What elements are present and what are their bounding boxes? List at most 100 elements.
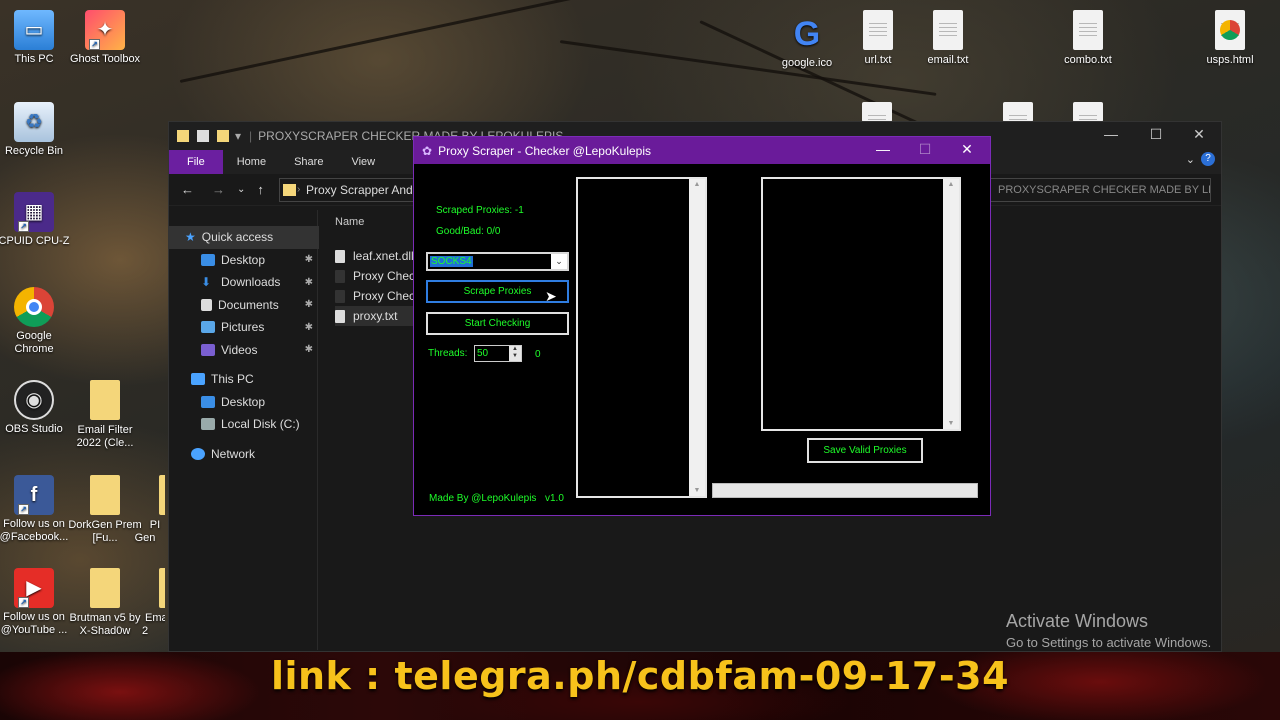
list-scrollbar[interactable]: ▲ ▼ [689, 179, 705, 496]
back-arrow-icon[interactable]: ← [181, 182, 194, 197]
stepper-up-icon[interactable]: ▲ [509, 346, 521, 353]
folder-icon [90, 380, 120, 420]
desktop-icon-email-txt[interactable]: email.txt [910, 10, 986, 67]
scroll-up-icon[interactable]: ▲ [943, 181, 959, 188]
desktop-icon-email-filter[interactable]: Email Filter 2022 (Cle... [67, 380, 143, 450]
ribbon-tab-home[interactable]: Home [223, 150, 280, 174]
file-row-proxy-checker-1[interactable]: Proxy Check [335, 266, 421, 286]
close-icon[interactable]: ✕ [946, 141, 988, 158]
pin-icon[interactable]: ✱ [305, 254, 313, 265]
desktop-icon-pi-gen[interactable]: PI Gen [125, 475, 165, 545]
sidebar-item-desktop[interactable]: Desktop ✱ [169, 249, 319, 272]
minimize-icon[interactable]: — [862, 141, 904, 157]
text-file-icon[interactable] [1073, 102, 1103, 130]
desktop-icon-facebook[interactable]: f ↗ Follow us on @Facebook... [0, 475, 72, 544]
search-input[interactable]: PROXYSCRAPER CHECKER MADE BY LEPOK... [989, 178, 1211, 202]
file-list: Name leaf.xnet.dll Proxy Check Proxy Che… [335, 216, 421, 326]
credit-label: Made By @LepoKulepis [429, 493, 537, 504]
save-valid-proxies-button[interactable]: Save Valid Proxies [807, 438, 923, 463]
text-file-icon[interactable] [862, 102, 892, 130]
desktop-icon-label: combo.txt [1064, 54, 1112, 66]
pin-icon[interactable]: ✱ [305, 299, 313, 310]
ribbon-tab-file[interactable]: File [169, 150, 223, 174]
desktop-icon-chrome[interactable]: Google Chrome [0, 287, 72, 356]
forward-arrow-icon[interactable]: → [212, 182, 225, 197]
pin-icon[interactable]: ✱ [305, 344, 313, 355]
desktop-icon-ema[interactable]: Ema 2 [125, 568, 165, 638]
sidebar-item-this-pc[interactable]: This PC [169, 368, 319, 391]
valid-proxies-list[interactable]: ▲ ▼ [761, 177, 961, 431]
desktop-icon-recycle-bin[interactable]: ♻ Recycle Bin [0, 102, 72, 158]
titlebar-divider: | [249, 129, 253, 143]
cpu-z-icon: ▦ ↗ [14, 192, 54, 232]
list-scrollbar[interactable]: ▲ ▼ [943, 179, 959, 429]
help-icon[interactable]: ? [1201, 152, 1215, 166]
file-name: leaf.xnet.dll [353, 249, 414, 263]
sidebar-item-videos[interactable]: Videos ✱ [169, 339, 319, 362]
ribbon-tab-share[interactable]: Share [280, 150, 337, 174]
close-icon[interactable]: ✕ [1177, 126, 1221, 143]
activate-windows-subtitle: Go to Settings to activate Windows. [1006, 635, 1212, 650]
stepper-down-icon[interactable]: ▼ [509, 353, 521, 360]
file-row-leaf-xnet[interactable]: leaf.xnet.dll [335, 246, 421, 266]
app-titlebar[interactable]: ✿ Proxy Scraper - Checker @LepoKulepis —… [414, 137, 990, 164]
file-list-spacer [335, 234, 421, 246]
desktop-icon-this-pc[interactable]: ▭ This PC [0, 10, 72, 66]
desktop-icon-url-txt[interactable]: url.txt [840, 10, 916, 67]
quick-toolbar-dropdown-icon[interactable]: ▾ [235, 129, 241, 143]
desktop-icon-google-ico[interactable]: G google.ico [769, 14, 845, 70]
proxy-type-select[interactable]: SOCKS4 ⌄ [426, 252, 569, 271]
threads-counter: 0 [535, 349, 541, 360]
desktop-icon-label: Ema 2 [141, 612, 165, 637]
up-arrow-icon[interactable]: ↑ [257, 182, 264, 197]
sidebar-item-documents[interactable]: Documents ✱ [169, 294, 319, 317]
text-file-icon[interactable] [1003, 102, 1033, 130]
ribbon-tab-view[interactable]: View [337, 150, 389, 174]
chevron-down-icon[interactable]: ⌄ [551, 254, 567, 269]
properties-icon[interactable] [197, 130, 209, 142]
chrome-icon [14, 287, 54, 327]
desktop-icon-ghost-toolbox[interactable]: ✦ ↗ Ghost Toolbox [67, 10, 143, 66]
desktop-icon-youtube[interactable]: ▶ ↗ Follow us on @YouTube ... [0, 568, 72, 637]
ribbon-expand-icon[interactable]: ⌄ [1186, 153, 1195, 166]
facebook-icon: f ↗ [14, 475, 54, 515]
desktop-icon-cpu-z[interactable]: ▦ ↗ CPUID CPU-Z [0, 192, 72, 248]
scraped-proxies-list[interactable]: ▲ ▼ [576, 177, 707, 498]
sidebar-item-quick-access[interactable]: ★ Quick access [169, 226, 319, 249]
sidebar-item-this-pc-desktop[interactable]: Desktop [169, 391, 319, 414]
breadcrumb-separator-icon: › [297, 184, 301, 195]
scroll-down-icon[interactable]: ▼ [689, 487, 705, 494]
maximize-icon[interactable]: ☐ [1134, 126, 1178, 143]
sidebar-item-network[interactable]: Network [169, 443, 319, 466]
computer-icon [191, 373, 205, 386]
pin-icon[interactable]: ✱ [305, 277, 313, 288]
minimize-icon[interactable]: — [1089, 126, 1133, 142]
threads-stepper[interactable]: ▲ ▼ [509, 346, 521, 361]
sidebar-item-label: Pictures [221, 320, 265, 335]
start-checking-button[interactable]: Start Checking [426, 312, 569, 335]
file-row-proxy-checker-2[interactable]: Proxy Check [335, 286, 421, 306]
file-row-proxy-txt[interactable]: proxy.txt [335, 306, 413, 326]
desktop-icon-usps-html[interactable]: usps.html [1192, 10, 1268, 67]
column-header-name[interactable]: Name [335, 216, 421, 234]
scroll-down-icon[interactable]: ▼ [943, 420, 959, 427]
new-folder-icon[interactable] [217, 130, 229, 142]
download-icon: ⬇ [201, 275, 212, 290]
sidebar-item-local-disk[interactable]: Local Disk (C:) [169, 413, 319, 436]
desktop-icon-label: Follow us on @Facebook... [0, 518, 69, 543]
proxy-scraper-window[interactable]: ✿ Proxy Scraper - Checker @LepoKulepis —… [413, 136, 991, 516]
desktop-icon-label: email.txt [927, 54, 969, 66]
desktop-icon-combo-txt[interactable]: combo.txt [1050, 10, 1126, 67]
ghost-toolbox-icon: ✦ ↗ [85, 10, 125, 50]
desktop-icon-obs[interactable]: ◉ OBS Studio [0, 380, 72, 436]
recycle-bin-icon: ♻ [14, 102, 54, 142]
address-bar[interactable]: › Proxy Scrapper And C [279, 178, 419, 202]
recent-locations-icon[interactable]: ⌄ [237, 184, 245, 195]
scroll-up-icon[interactable]: ▲ [689, 181, 705, 188]
sidebar-item-downloads[interactable]: ⬇ Downloads ✱ [169, 271, 319, 294]
sidebar-item-label: This PC [211, 372, 254, 387]
text-file-icon [1073, 10, 1103, 50]
sidebar-item-pictures[interactable]: Pictures ✱ [169, 316, 319, 339]
pin-icon[interactable]: ✱ [305, 322, 313, 333]
version-label: v1.0 [545, 493, 564, 504]
